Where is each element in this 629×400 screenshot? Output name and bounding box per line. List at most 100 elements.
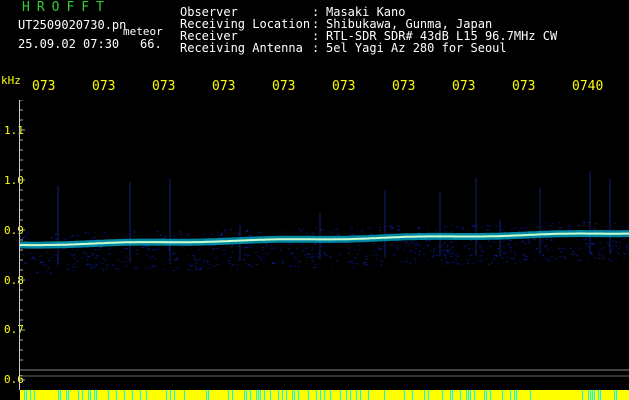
noise-dot — [362, 264, 365, 266]
noise-dot — [464, 245, 466, 247]
noise-dot — [105, 265, 107, 266]
noise-dot — [598, 251, 601, 253]
time-label: 073 — [452, 79, 476, 94]
noise-dot — [86, 255, 89, 257]
noise-dot — [606, 241, 609, 243]
noise-dot — [91, 252, 93, 254]
activity-bar-fleck — [466, 390, 467, 400]
noise-dot — [201, 265, 204, 267]
noise-dot — [30, 258, 32, 260]
noise-dot — [305, 248, 308, 250]
noise-dot — [223, 249, 226, 251]
noise-dot — [396, 241, 399, 243]
noise-dot — [367, 227, 369, 229]
noise-dot — [436, 254, 439, 256]
activity-bar-fleck — [600, 390, 601, 400]
noise-dot — [519, 261, 522, 263]
noise-dot — [405, 261, 408, 263]
activity-bar-fleck — [484, 390, 485, 400]
noise-dot — [213, 265, 216, 267]
noise-dot — [591, 243, 594, 245]
noise-dot — [495, 225, 498, 227]
noise-dot — [472, 262, 475, 264]
noise-dot — [405, 241, 408, 242]
noise-dot — [471, 255, 474, 256]
noise-dot — [586, 259, 589, 261]
noise-dot — [452, 262, 455, 263]
activity-bar-fleck — [170, 390, 171, 400]
noise-dot — [419, 258, 422, 260]
noise-dot — [611, 246, 614, 248]
activity-bar-fleck — [316, 390, 317, 400]
date-time: 25.09.02 07:30 — [18, 37, 120, 51]
noise-dot — [583, 223, 586, 225]
noise-dot — [39, 271, 42, 273]
noise-dot — [571, 246, 574, 247]
noise-dot — [242, 259, 245, 261]
noise-dot — [389, 244, 392, 246]
noise-dot — [208, 237, 210, 239]
noise-dot — [572, 251, 575, 253]
activity-bar-fleck — [30, 390, 31, 400]
noise-dot — [400, 261, 403, 263]
noise-dot — [272, 261, 274, 263]
noise-dot — [485, 258, 488, 260]
noise-dot — [94, 266, 96, 268]
noise-dot — [605, 225, 608, 227]
noise-dot — [531, 223, 534, 225]
noise-dot — [311, 256, 314, 258]
activity-bar-fleck — [94, 390, 95, 400]
noise-dot — [411, 242, 414, 244]
noise-dot — [252, 244, 255, 245]
noise-dot — [336, 260, 339, 262]
noise-dot — [541, 240, 544, 242]
time-label: 073 — [92, 79, 116, 94]
noise-dot — [531, 262, 534, 263]
noise-dot — [181, 246, 183, 248]
noise-dot — [525, 226, 528, 228]
noise-dot — [101, 267, 103, 269]
noise-dot — [510, 248, 512, 250]
noise-dot — [619, 241, 622, 243]
noise-dot — [494, 242, 497, 244]
noise-dot — [458, 263, 461, 265]
noise-dot — [414, 252, 416, 254]
noise-dot — [509, 247, 512, 249]
noise-dot — [145, 245, 148, 247]
noise-dot — [141, 247, 144, 248]
noise-dot — [456, 262, 459, 264]
activity-bar-fleck — [278, 390, 279, 400]
noise-dot — [236, 264, 239, 266]
noise-dot — [580, 248, 582, 250]
time-label: 073 — [332, 79, 356, 94]
noise-dot — [64, 239, 67, 241]
noise-dot — [339, 254, 342, 256]
noise-dot — [246, 246, 249, 248]
noise-dot — [22, 233, 25, 235]
noise-dot — [124, 248, 127, 250]
activity-bar-fleck — [124, 390, 125, 400]
noise-dot — [210, 268, 213, 270]
activity-bar-fleck — [502, 390, 503, 400]
noise-dot — [576, 255, 579, 257]
noise-dot — [198, 259, 201, 260]
noise-dot — [353, 257, 356, 259]
noise-dot — [450, 225, 452, 227]
activity-bar-fleck — [442, 390, 443, 400]
noise-dot — [503, 240, 506, 242]
noise-dot — [602, 258, 605, 259]
noise-dot — [207, 267, 210, 269]
noise-dot — [592, 227, 595, 229]
noise-dot — [358, 244, 361, 246]
noise-dot — [317, 253, 320, 255]
activity-bar-fleck — [350, 390, 351, 400]
noise-dot — [527, 240, 530, 242]
noise-dot — [195, 266, 198, 268]
activity-bar-fleck — [66, 390, 67, 400]
noise-dot — [349, 261, 352, 263]
noise-dot — [446, 247, 449, 248]
noise-dot — [315, 227, 318, 229]
noise-dot — [626, 226, 629, 228]
noise-dot — [187, 234, 190, 236]
noise-dot — [450, 241, 453, 242]
